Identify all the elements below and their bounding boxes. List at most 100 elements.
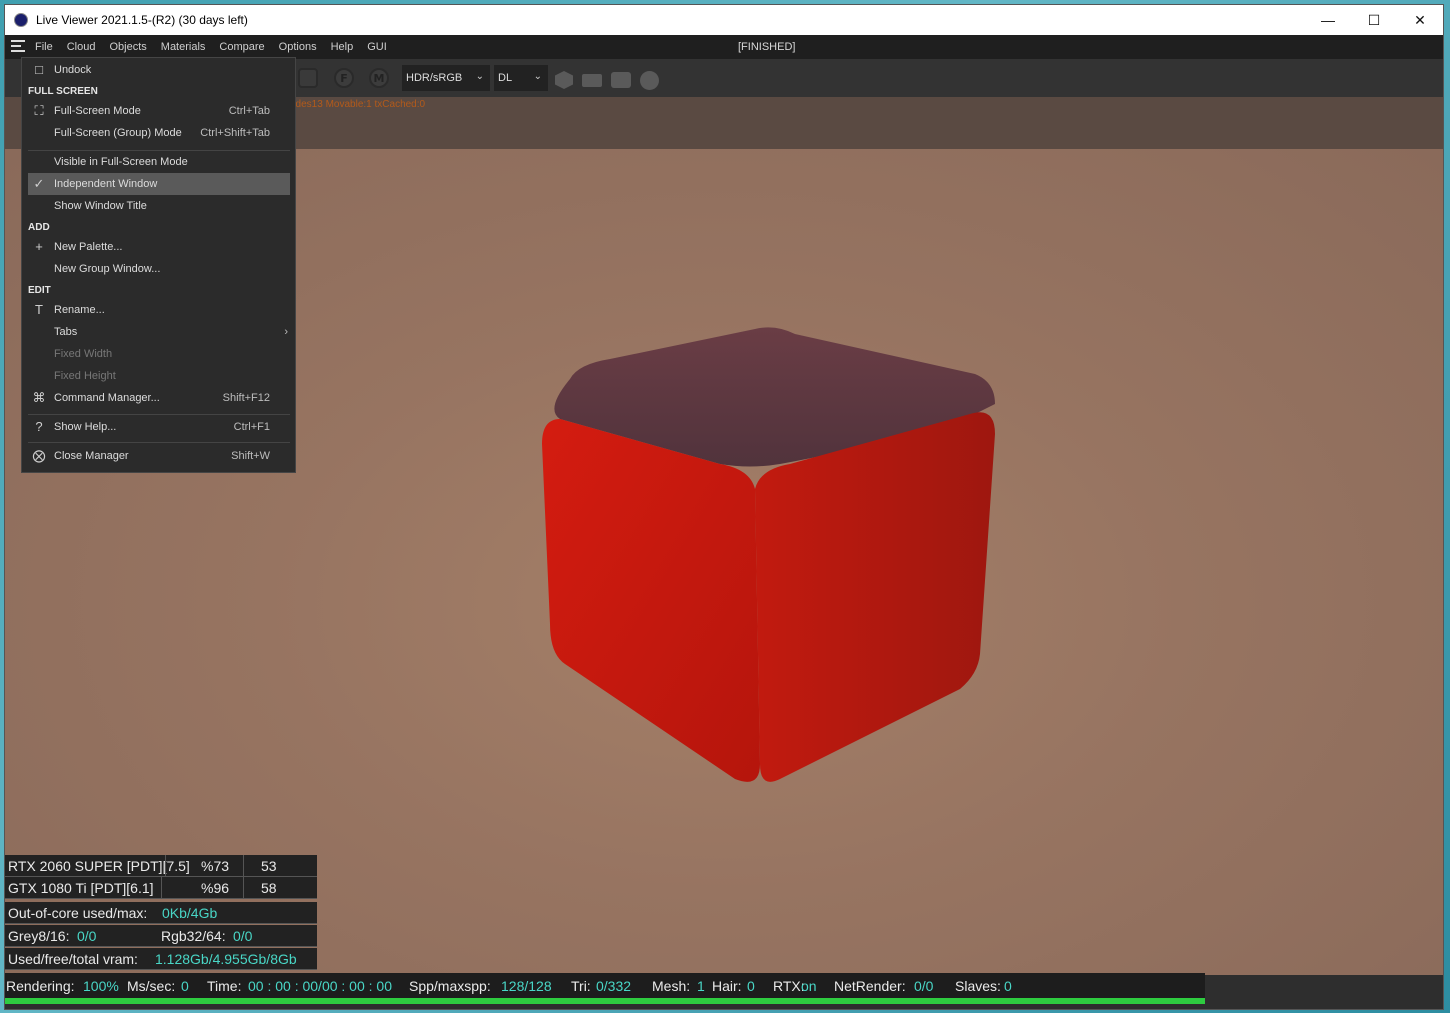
menu-item-fullscreen-mode[interactable]: ⛶ Full-Screen Mode Ctrl+Tab [28, 100, 290, 122]
show-help-shortcut: Ctrl+F1 [233, 421, 270, 433]
colorspace-select[interactable]: HDR/sRGB ⌄ [402, 65, 490, 91]
mesh-value: 1 [697, 978, 705, 994]
material-pick-icon[interactable]: M [369, 68, 389, 88]
fullscreen-mode-shortcut: Ctrl+Tab [228, 105, 270, 117]
rtx-label: RTX: [773, 978, 805, 994]
fullscreen-mode-label: Full-Screen Mode [54, 105, 141, 117]
independent-window-label: Independent Window [54, 178, 158, 190]
scene-info-text: odes13 Movable:1 txCached:0 [290, 99, 426, 110]
menu-bar: File Cloud Objects Materials Compare Opt… [5, 35, 1443, 59]
menu-item-show-help[interactable]: ? Show Help... Ctrl+F1 [28, 416, 290, 438]
help-icon: ? [35, 419, 43, 434]
title-bar: Live Viewer 2021.1.5-(R2) (30 days left)… [5, 5, 1443, 35]
sphere-icon[interactable] [640, 71, 659, 90]
command-icon: ⌘ [32, 390, 46, 405]
menu-divider [28, 442, 290, 443]
chevron-right-icon: › [284, 326, 288, 338]
hair-value: 0 [747, 978, 755, 994]
rendering-value: 100% [83, 978, 119, 994]
region-render-icon[interactable] [298, 68, 318, 88]
visible-fullscreen-label: Visible in Full-Screen Mode [54, 156, 188, 168]
gpu2-name: GTX 1080 Ti [PDT][6.1] [8, 880, 154, 896]
mssec-value: 0 [181, 978, 189, 994]
focus-pick-icon[interactable]: F [334, 68, 354, 88]
live-viewer-window: Live Viewer 2021.1.5-(R2) (30 days left)… [4, 4, 1444, 1010]
menu-item-command-manager[interactable]: ⌘ Command Manager... Shift+F12 [28, 387, 290, 409]
vram-value: 1.128Gb/4.955Gb/8Gb [155, 951, 297, 967]
window-options-menu: □ Undock FULL SCREEN ⛶ Full-Screen Mode … [21, 57, 296, 473]
slaves-value: 0 [1004, 978, 1012, 994]
command-manager-shortcut: Shift+F12 [222, 392, 270, 404]
menu-item-close-manager[interactable]: ⨂ Close Manager Shift+W [28, 445, 290, 467]
menu-materials[interactable]: Materials [161, 41, 206, 53]
text-icon: T [35, 302, 43, 317]
checkmark-icon: ✓ [33, 176, 45, 191]
render-status: [FINISHED] [738, 41, 796, 53]
section-add: ADD [28, 222, 50, 233]
kernel-value: DL [498, 72, 513, 84]
menu-item-new-group-window[interactable]: New Group Window... [28, 258, 290, 280]
out-of-core-label: Out-of-core used/max: [8, 905, 148, 921]
grey-value: 0/0 [77, 928, 97, 944]
menu-help[interactable]: Help [331, 41, 354, 53]
tri-value: 0/332 [596, 978, 632, 994]
fullscreen-group-label: Full-Screen (Group) Mode [54, 127, 182, 139]
close-circle-icon: ⨂ [32, 448, 46, 463]
vram-label: Used/free/total vram: [8, 951, 138, 967]
menu-item-fullscreen-group[interactable]: Full-Screen (Group) Mode Ctrl+Shift+Tab [28, 122, 290, 144]
maximize-icon[interactable]: ☐ [1351, 5, 1397, 35]
tri-label: Tri: [571, 978, 591, 994]
hamburger-menu-icon[interactable] [11, 40, 25, 52]
menu-item-undock[interactable]: □ Undock [28, 59, 290, 81]
out-of-core-row: Out-of-core used/max: 0Kb/4Gb [5, 902, 317, 924]
menu-objects[interactable]: Objects [109, 41, 146, 53]
colorspace-value: HDR/sRGB [406, 72, 463, 84]
menu-item-tabs[interactable]: Tabs › [28, 321, 290, 343]
menu-cloud[interactable]: Cloud [67, 41, 96, 53]
rgb-value: 0/0 [233, 928, 253, 944]
gpu1-name: RTX 2060 SUPER [PDT][7.5] [8, 858, 190, 874]
menu-item-independent-window[interactable]: ✓ Independent Window [28, 173, 290, 195]
menu-compare[interactable]: Compare [219, 41, 264, 53]
menu-item-fixed-width[interactable]: Fixed Width [28, 343, 290, 365]
render-progress-bar [5, 998, 1205, 1004]
close-icon[interactable]: ✕ [1397, 5, 1443, 35]
out-of-core-value: 0Kb/4Gb [162, 905, 218, 921]
menu-item-fixed-height[interactable]: Fixed Height [28, 365, 290, 387]
time-value: 00 : 00 : 00/00 : 00 : 00 [248, 978, 392, 994]
menu-options[interactable]: Options [279, 41, 317, 53]
kernel-select[interactable]: DL ⌄ [494, 65, 548, 91]
camera-icon[interactable] [611, 72, 631, 88]
object-icon[interactable] [555, 71, 573, 89]
minimize-icon[interactable]: — [1305, 5, 1351, 35]
show-help-label: Show Help... [54, 421, 117, 433]
menu-divider [28, 414, 290, 415]
rendered-cube-image [542, 327, 995, 782]
grey-label: Grey8/16: [8, 928, 70, 944]
menu-item-rename[interactable]: T Rename... [28, 299, 290, 321]
plus-icon: + [35, 239, 43, 254]
new-group-window-label: New Group Window... [54, 263, 161, 275]
app-logo-icon [14, 13, 28, 27]
spp-label: Spp/maxspp: [409, 978, 491, 994]
time-label: Time: [207, 978, 242, 994]
spp-value: 128/128 [501, 978, 552, 994]
vram-row: Used/free/total vram: 1.128Gb/4.955Gb/8G… [5, 948, 317, 970]
fixed-width-label: Fixed Width [54, 348, 113, 360]
close-manager-shortcut: Shift+W [231, 450, 270, 462]
mesh-label: Mesh: [652, 978, 691, 994]
netrender-label: NetRender: [834, 978, 906, 994]
close-manager-label: Close Manager [54, 450, 129, 462]
film-icon[interactable] [582, 74, 602, 87]
section-edit: EDIT [28, 285, 51, 296]
menu-item-new-palette[interactable]: + New Palette... [28, 236, 290, 258]
menu-file[interactable]: File [35, 41, 53, 53]
mssec-label: Ms/sec: [127, 978, 176, 994]
fixed-height-label: Fixed Height [54, 370, 116, 382]
rename-label: Rename... [54, 304, 105, 316]
menu-item-show-window-title[interactable]: Show Window Title [28, 195, 290, 217]
menu-item-visible-fullscreen[interactable]: Visible in Full-Screen Mode [28, 151, 290, 173]
slaves-label: Slaves: [955, 978, 1001, 994]
rtx-value: on [801, 978, 817, 994]
menu-gui[interactable]: GUI [367, 41, 387, 53]
